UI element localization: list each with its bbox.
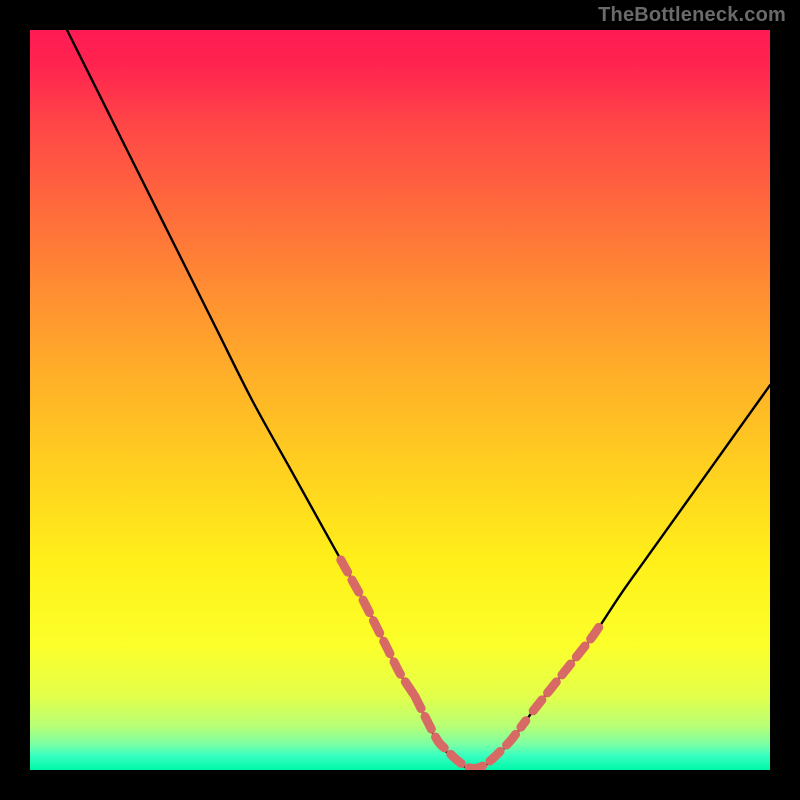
bottleneck-curve	[67, 30, 770, 770]
plot-area	[30, 30, 770, 770]
highlight-dash-segment	[341, 560, 415, 696]
bottleneck-curve-svg	[30, 30, 770, 770]
watermark-text: TheBottleneck.com	[598, 4, 786, 27]
highlight-dash-segment	[533, 626, 600, 711]
highlight-dash-segment	[415, 696, 526, 769]
chart-stage: TheBottleneck.com	[0, 0, 800, 800]
highlight-dash-group	[341, 560, 600, 769]
